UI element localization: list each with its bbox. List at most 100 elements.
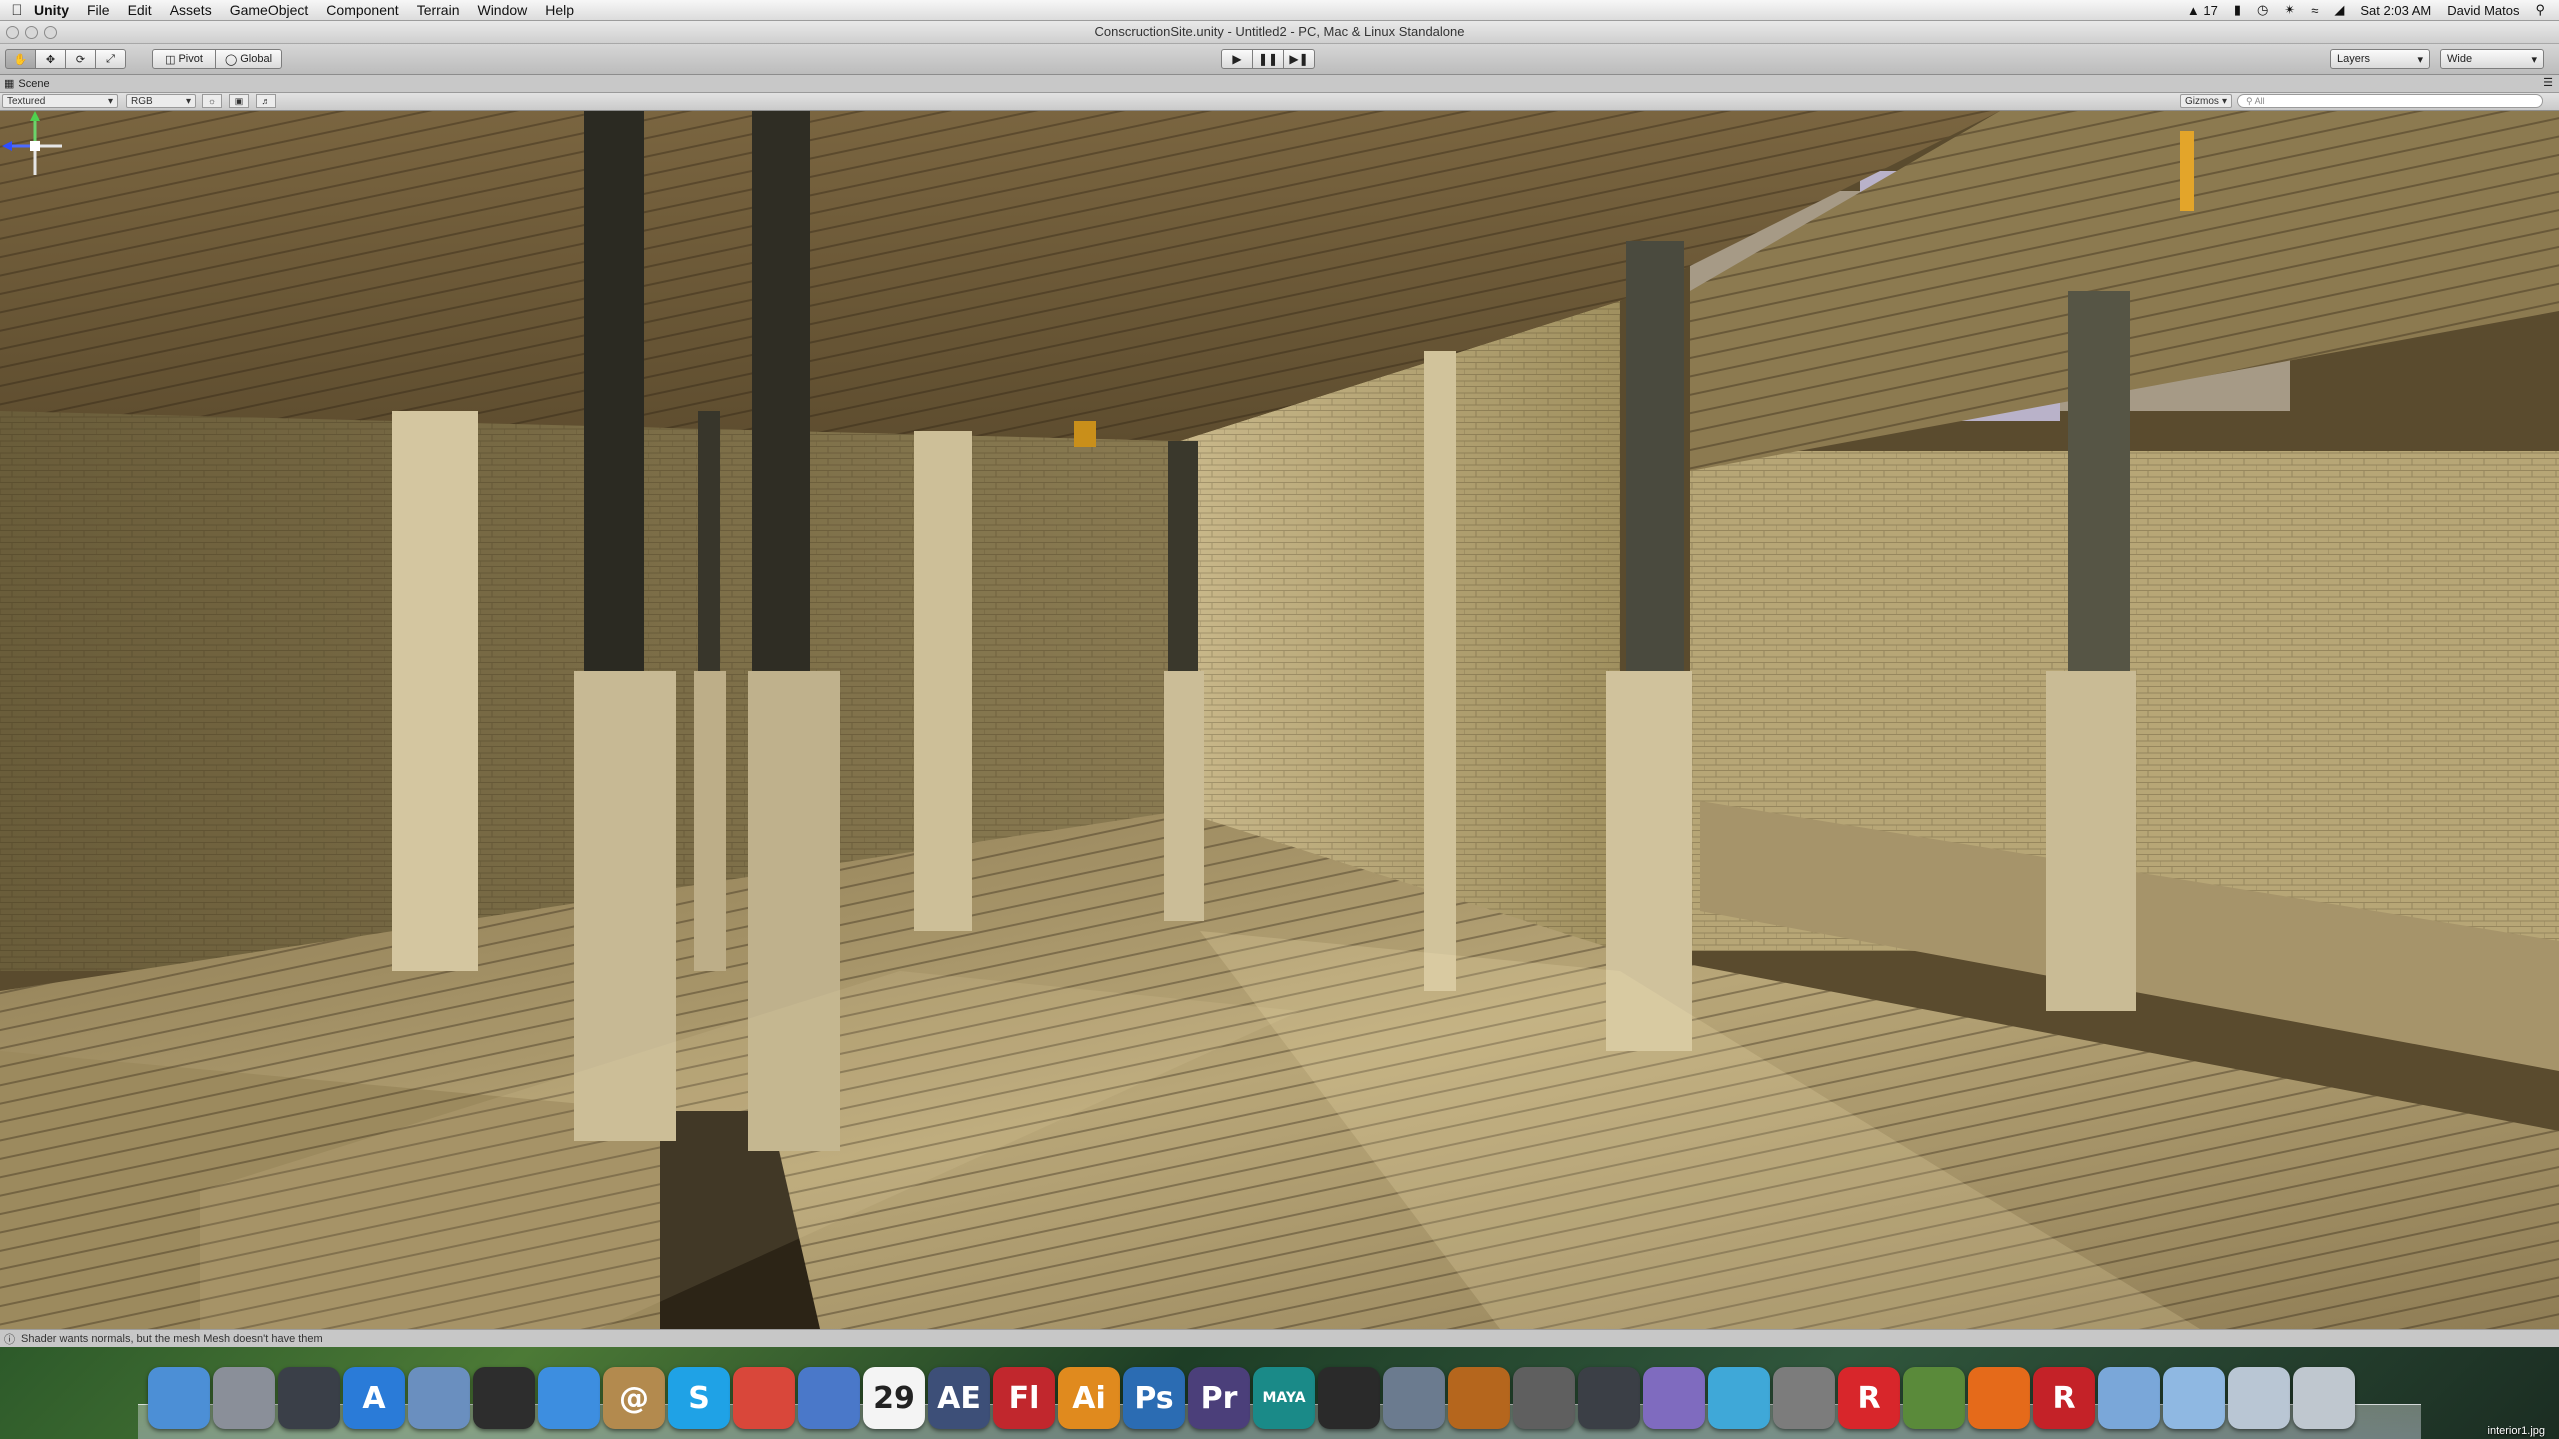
menu-help[interactable]: Help bbox=[545, 2, 574, 18]
unity-icon[interactable] bbox=[1318, 1367, 1380, 1429]
layers-dropdown[interactable]: Layers ▾ bbox=[2330, 49, 2430, 69]
spotlight-icon[interactable]: ⚲ bbox=[2535, 2, 2545, 18]
rotate-icon: ⟳ bbox=[75, 53, 86, 66]
status-menus: ▲ 17 ▮ ◷ ✴ ≈ ◢ Sat 2:03 AM David Matos ⚲ bbox=[2187, 2, 2559, 18]
hand-icon: ✋ bbox=[13, 53, 28, 66]
scale-tool-button[interactable]: ⤢ bbox=[95, 49, 126, 69]
calendar-icon[interactable]: 29 bbox=[863, 1367, 925, 1429]
menu-terrain[interactable]: Terrain bbox=[417, 2, 460, 18]
layout-label: Wide bbox=[2447, 53, 2473, 65]
documents-folder-icon[interactable] bbox=[2163, 1367, 2225, 1429]
menu-edit[interactable]: Edit bbox=[128, 2, 152, 18]
play-button[interactable]: ▶ bbox=[1221, 49, 1253, 69]
contacts-icon[interactable]: @ bbox=[603, 1367, 665, 1429]
globe-icon: ◯ bbox=[224, 53, 238, 66]
steam-icon[interactable] bbox=[1578, 1367, 1640, 1429]
roblox-icon[interactable]: R bbox=[1838, 1367, 1900, 1429]
dropbox-icon[interactable]: ▮ bbox=[2234, 2, 2241, 18]
menu-window[interactable]: Window bbox=[477, 2, 527, 18]
illustrator-icon[interactable]: Ai bbox=[1058, 1367, 1120, 1429]
scene-orientation-gizmo-icon[interactable] bbox=[0, 111, 70, 181]
itunes-icon[interactable] bbox=[798, 1367, 860, 1429]
clock[interactable]: Sat 2:03 AM bbox=[2360, 3, 2431, 18]
finder-icon[interactable] bbox=[148, 1367, 210, 1429]
safari-icon[interactable] bbox=[538, 1367, 600, 1429]
console-status-bar[interactable]: ⓘ Shader wants normals, but the mesh Mes… bbox=[0, 1329, 2559, 1347]
step-button[interactable]: ▶❚ bbox=[1283, 49, 1315, 69]
rotate-tool-button[interactable]: ⟳ bbox=[65, 49, 96, 69]
dropdown-arrow-icon: ▾ bbox=[2417, 53, 2423, 66]
scene-lighting-toggle[interactable]: ☼ bbox=[202, 94, 222, 108]
menu-component[interactable]: Component bbox=[326, 2, 398, 18]
adobe-badge[interactable]: ▲ 17 bbox=[2187, 3, 2218, 18]
snowflake-app-icon[interactable] bbox=[1708, 1367, 1770, 1429]
time-machine-icon[interactable]: ◷ bbox=[2257, 2, 2268, 18]
apple-menu-icon[interactable]:  bbox=[0, 2, 34, 19]
applications-folder-icon[interactable] bbox=[2098, 1367, 2160, 1429]
maya-icon[interactable]: MAYA bbox=[1253, 1367, 1315, 1429]
scene-search-input[interactable]: ⚲ All bbox=[2237, 94, 2543, 108]
trash-icon[interactable] bbox=[2293, 1367, 2355, 1429]
hand-tool-button[interactable]: ✋ bbox=[5, 49, 36, 69]
sun-icon: ☼ bbox=[207, 96, 217, 106]
firefox-icon[interactable] bbox=[1968, 1367, 2030, 1429]
pivot-toggle-button[interactable]: ◫ Pivot bbox=[152, 49, 216, 69]
bluetooth-icon[interactable]: ✴ bbox=[2284, 2, 2295, 18]
imovie-icon[interactable] bbox=[1513, 1367, 1575, 1429]
scene-fx-toggle[interactable]: ▣ bbox=[229, 94, 249, 108]
system-preferences-icon[interactable] bbox=[1773, 1367, 1835, 1429]
pivot-label: Pivot bbox=[178, 53, 203, 65]
layout-dropdown[interactable]: Wide ▾ bbox=[2440, 49, 2544, 69]
pencil-app-icon[interactable] bbox=[473, 1367, 535, 1429]
menu-file[interactable]: File bbox=[87, 2, 110, 18]
chrome-icon[interactable] bbox=[733, 1367, 795, 1429]
global-toggle-button[interactable]: ◯ Global bbox=[215, 49, 282, 69]
volume-icon[interactable]: ◢ bbox=[2334, 2, 2344, 18]
skype-icon[interactable]: S bbox=[668, 1367, 730, 1429]
search-placeholder: All bbox=[2254, 96, 2265, 106]
launchpad-icon[interactable] bbox=[213, 1367, 275, 1429]
user-name[interactable]: David Matos bbox=[2447, 3, 2519, 18]
mail-icon[interactable] bbox=[408, 1367, 470, 1429]
roblox-studio-icon[interactable]: R bbox=[2033, 1367, 2095, 1429]
dropdown-arrow-icon: ▾ bbox=[107, 95, 113, 107]
info-icon: ⓘ bbox=[4, 1333, 15, 1346]
unity-remote-icon[interactable] bbox=[1383, 1367, 1445, 1429]
after-effects-icon[interactable]: AE bbox=[928, 1367, 990, 1429]
window-title-bar: ConscructionSite.unity - Untitled2 - PC,… bbox=[0, 21, 2559, 44]
garageband-icon[interactable] bbox=[1448, 1367, 1510, 1429]
unity-toolbar: ✋ ✥ ⟳ ⤢ ◫ Pivot ◯ Global ▶ ❚❚ ▶❚ Layers ▾ W… bbox=[0, 44, 2559, 75]
app-menu[interactable]: Unity bbox=[34, 2, 69, 18]
image-icon: ▣ bbox=[234, 96, 244, 106]
mission-control-icon[interactable] bbox=[278, 1367, 340, 1429]
layers-label: Layers bbox=[2337, 53, 2371, 65]
scene-audio-toggle[interactable]: ♬ bbox=[256, 94, 276, 108]
panel-menu-icon[interactable]: ☰ bbox=[2543, 76, 2553, 89]
playback-controls: ▶ ❚❚ ▶❚ bbox=[1221, 49, 1315, 69]
search-icon: ⚲ bbox=[2246, 96, 2255, 106]
premiere-icon[interactable]: Pr bbox=[1188, 1367, 1250, 1429]
dropdown-arrow-icon: ▾ bbox=[2221, 95, 2227, 107]
scene-tab[interactable]: ▦ Scene bbox=[4, 77, 50, 91]
render-mode-dropdown[interactable]: Textured ▾ bbox=[2, 94, 118, 108]
pause-icon: ❚❚ bbox=[1257, 52, 1279, 66]
minecraft-icon[interactable] bbox=[1903, 1367, 1965, 1429]
scene-viewport[interactable] bbox=[0, 111, 2559, 1329]
play-icon: ▶ bbox=[1232, 52, 1242, 66]
flash-icon[interactable]: Fl bbox=[993, 1367, 1055, 1429]
menu-assets[interactable]: Assets bbox=[170, 2, 212, 18]
app-store-icon[interactable]: A bbox=[343, 1367, 405, 1429]
color-mode-dropdown[interactable]: RGB ▾ bbox=[126, 94, 196, 108]
wifi-icon[interactable]: ≈ bbox=[2311, 3, 2318, 18]
dock-icons: A @ S 29 AE Fl Ai Ps Pr MAYA R R bbox=[148, 1367, 2355, 1429]
global-label: Global bbox=[240, 53, 273, 65]
scene-panel-header: ▦ Scene ☰ bbox=[0, 75, 2559, 93]
photoshop-icon[interactable]: Ps bbox=[1123, 1367, 1185, 1429]
move-tool-button[interactable]: ✥ bbox=[35, 49, 66, 69]
sphere-app-icon[interactable] bbox=[1643, 1367, 1705, 1429]
adobe-icon: ▲ bbox=[2186, 2, 2200, 18]
unity-folder-icon[interactable] bbox=[2228, 1367, 2290, 1429]
pause-button[interactable]: ❚❚ bbox=[1252, 49, 1284, 69]
gizmos-dropdown[interactable]: Gizmos ▾ bbox=[2180, 94, 2232, 108]
menu-gameobject[interactable]: GameObject bbox=[230, 2, 309, 18]
